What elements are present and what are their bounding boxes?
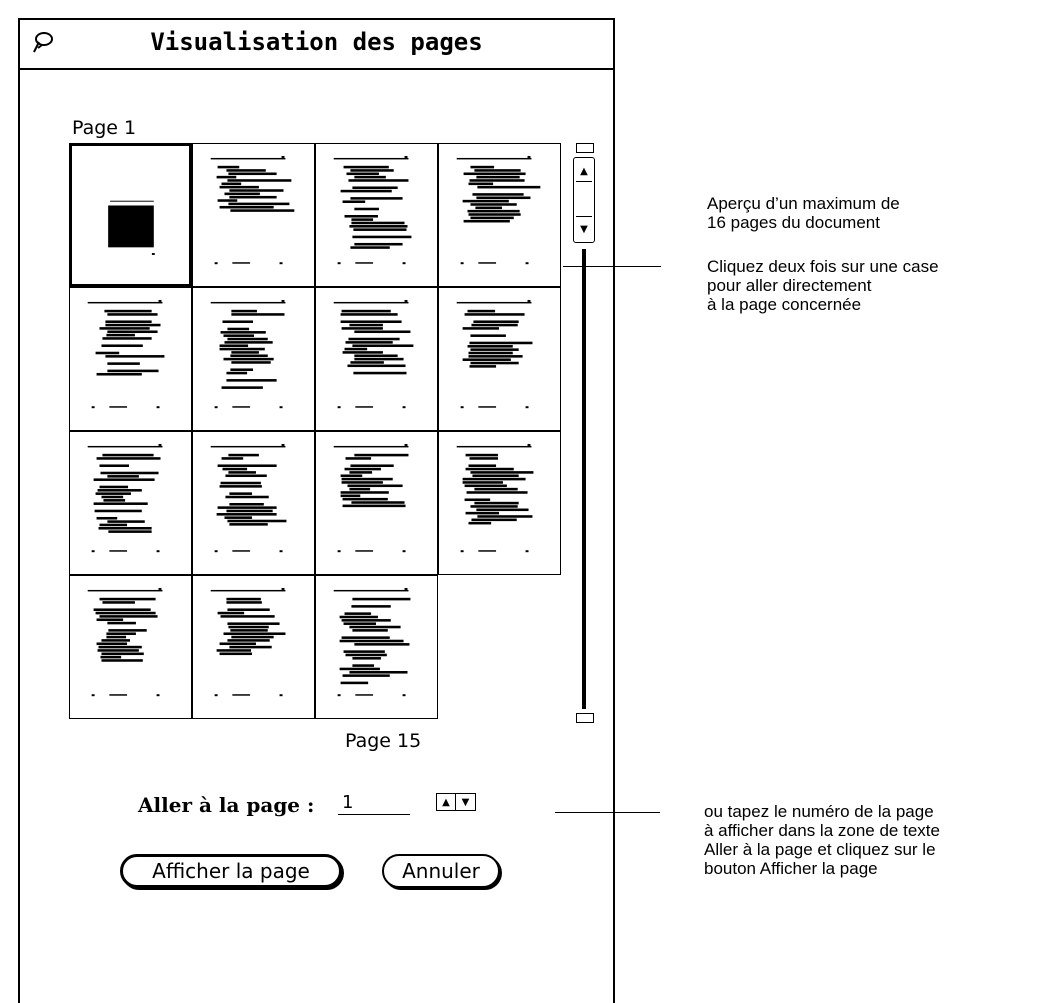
page-thumbnail[interactable] [69,287,192,431]
page-thumbnail-preview [456,443,534,553]
scrollbar-drag-area[interactable] [576,184,592,217]
goto-page-label: Aller à la page : [138,793,315,817]
page-thumbnail-preview [333,155,412,265]
callout-type-line: Aller à la page et cliquez sur le [704,840,936,859]
title-bar: Visualisation des pages [20,20,613,70]
vertical-scrollbar[interactable]: ▲ ▼ [573,143,599,723]
last-page-label: Page 15 [345,730,422,752]
scrollbar-top-anchor[interactable] [576,143,594,153]
page-thumbnail-preview [333,587,411,697]
page-thumbnail-preview [210,299,286,409]
page-thumbnail-preview [333,299,414,409]
page-thumbnail[interactable] [315,575,438,719]
callout-dblclick-line: Cliquez deux fois sur une case [707,257,939,276]
page-thumbnail[interactable] [69,143,192,287]
page-thumbnail-preview [456,155,541,265]
page-thumbnail-preview [210,587,286,697]
page-number-stepper[interactable]: ▲ ▼ [436,793,478,813]
scroll-up-arrow-icon[interactable]: ▲ [576,161,592,182]
cancel-button[interactable]: Annuler [382,854,500,888]
page-thumbnail[interactable] [315,287,438,431]
page-thumbnail[interactable] [438,431,561,575]
page-overview-window: Visualisation des pages Page 1 ▲ ▼ Page … [18,18,615,1003]
page-thumbnail[interactable] [315,431,438,575]
decrement-arrow-icon[interactable]: ▼ [456,793,476,811]
scrollbar-track[interactable] [582,249,586,709]
callout-line-grid [563,266,661,267]
page-thumbnail[interactable] [69,575,192,719]
page-thumbnail-preview [108,200,155,255]
callout-preview: Aperçu d’un maximum de 16 pages du docum… [707,194,900,232]
callout-preview-line: Aperçu d’un maximum de [707,194,900,213]
show-page-button[interactable]: Afficher la page [120,854,342,888]
increment-arrow-icon[interactable]: ▲ [436,793,456,811]
scrollbar-bottom-anchor[interactable] [576,713,594,723]
page-thumbnail[interactable] [192,143,315,287]
page-thumbnail[interactable] [192,431,315,575]
scrollbar-elevator[interactable]: ▲ ▼ [573,157,595,243]
callout-type-line: bouton Afficher la page [704,859,878,878]
page-thumbnail[interactable] [69,431,192,575]
page-thumbnail[interactable] [438,287,561,431]
page-thumbnail-preview [87,443,163,553]
callout-type-line: ou tapez le numéro de la page [704,802,934,821]
page-thumbnail[interactable] [192,287,315,431]
callout-dblclick-line: à la page concernée [707,295,862,314]
page-thumbnail[interactable] [438,143,561,287]
callout-line-goto [555,812,660,813]
callout-type-number: ou tapez le numéro de la page à afficher… [704,802,940,878]
callout-type-line: à afficher dans la zone de texte [704,821,940,840]
window-title: Visualisation des pages [150,28,483,56]
page-thumbnail-preview [456,299,533,409]
page-thumbnail-preview [333,443,409,553]
page-thumbnail-preview [210,443,287,553]
goto-page-input[interactable] [338,790,410,815]
callout-preview-line: 16 pages du document [707,213,880,232]
page-thumbnail-preview [87,587,163,697]
callout-dblclick-line: pour aller directement [707,276,872,295]
page-thumbnail[interactable] [315,143,438,287]
page-thumbnail-preview [210,155,295,265]
scroll-down-arrow-icon[interactable]: ▼ [576,219,592,239]
thumbnail-grid [69,143,564,720]
page-thumbnail[interactable] [192,575,315,719]
first-page-label: Page 1 [72,117,137,139]
callout-double-click: Cliquez deux fois sur une case pour alle… [707,257,939,314]
page-thumbnail-preview [87,299,165,409]
